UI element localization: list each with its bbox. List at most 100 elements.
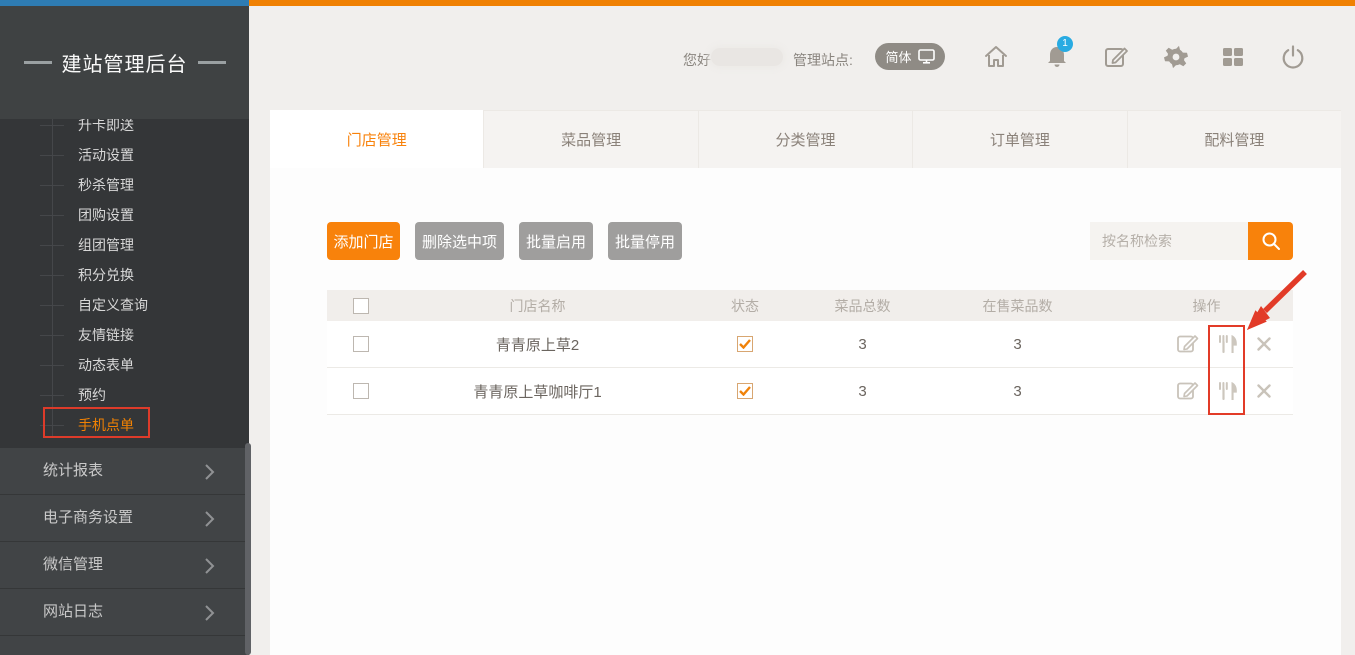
batch-enable-button[interactable]: 批量启用: [519, 222, 593, 260]
apps-icon[interactable]: [1219, 43, 1247, 71]
menu-tick: [40, 395, 64, 396]
sidebar-item-flash-sale[interactable]: 秒杀管理: [0, 170, 249, 200]
sidebar-item-label: 自定义查询: [78, 297, 148, 313]
sidebar-group-statistics[interactable]: 统计报表: [0, 448, 249, 495]
sidebar-item-custom-query[interactable]: 自定义查询: [0, 290, 249, 320]
tab-order-management[interactable]: 订单管理: [912, 110, 1126, 168]
menu-tick: [40, 185, 64, 186]
sidebar-item-label: 团购设置: [78, 207, 134, 223]
group-label: 统计报表: [43, 448, 103, 494]
brand-dash-right: [198, 61, 226, 64]
sidebar-item-activity-settings[interactable]: 活动设置: [0, 140, 249, 170]
tab-dish-management[interactable]: 菜品管理: [483, 110, 697, 168]
menu-tick: [40, 125, 64, 126]
menu-tick: [40, 425, 64, 426]
tab-strip: 门店管理 菜品管理 分类管理 订单管理 配料管理: [270, 110, 1341, 168]
sidebar-item-group-buy[interactable]: 团购设置: [0, 200, 249, 230]
search-icon: [1260, 230, 1282, 252]
sidebar-item-team-manage[interactable]: 组团管理: [0, 230, 249, 260]
chevron-right-icon: [204, 557, 215, 580]
home-icon[interactable]: [982, 43, 1010, 71]
dish-total-value: 3: [858, 383, 866, 400]
delete-selected-button[interactable]: 删除选中项: [415, 222, 504, 260]
sidebar-scrollbar[interactable]: [245, 443, 251, 655]
group-label: 微信管理: [43, 542, 103, 588]
sidebar-item-label: 预约: [78, 387, 106, 403]
sidebar-group-site-logs[interactable]: 网站日志: [0, 589, 249, 636]
delete-icon[interactable]: [1256, 336, 1272, 352]
row-select-checkbox[interactable]: [353, 336, 369, 352]
chevron-right-icon: [204, 463, 215, 486]
sidebar-item-label: 动态表单: [78, 357, 134, 373]
column-header-store-name: 门店名称: [510, 296, 566, 316]
delete-icon[interactable]: [1256, 383, 1272, 399]
row-select-checkbox[interactable]: [353, 383, 369, 399]
compose-icon[interactable]: [1102, 43, 1130, 71]
menu-tick: [40, 215, 64, 216]
table-row: 青青原上草2 3 3: [327, 321, 1293, 368]
sidebar: 建站管理后台 升卡即送 活动设置 秒杀管理 团购设置 组团管理 积分兑换 自定义…: [0, 0, 249, 655]
group-label: 网站日志: [43, 589, 103, 635]
sidebar-item-mobile-ordering[interactable]: 手机点单: [0, 410, 249, 440]
power-icon[interactable]: [1279, 43, 1307, 71]
bell-icon[interactable]: 1: [1043, 43, 1071, 71]
dine-icon[interactable]: [1216, 379, 1240, 403]
sidebar-item-label: 友情链接: [78, 327, 134, 343]
sidebar-groups: 统计报表 电子商务设置 微信管理 网站日志: [0, 448, 249, 655]
sidebar-item-dynamic-forms[interactable]: 动态表单: [0, 350, 249, 380]
dish-on-sale-value: 3: [1013, 383, 1021, 400]
sidebar-title: 建站管理后台: [62, 48, 188, 77]
tab-category-management[interactable]: 分类管理: [698, 110, 912, 168]
sidebar-item-friend-links[interactable]: 友情链接: [0, 320, 249, 350]
column-header-status: 状态: [731, 296, 759, 316]
menu-tick: [40, 335, 64, 336]
tab-ingredient-management[interactable]: 配料管理: [1127, 110, 1341, 168]
content-panel: 添加门店 删除选中项 批量启用 批量停用 门店名称 状态 菜品总数 在售菜品数 …: [270, 168, 1341, 655]
language-label: 简体: [885, 47, 911, 66]
menu-tick: [40, 245, 64, 246]
add-store-button[interactable]: 添加门店: [327, 222, 400, 260]
menu-list: 升卡即送 活动设置 秒杀管理 团购设置 组团管理 积分兑换 自定义查询 友情链接…: [0, 119, 249, 440]
batch-disable-button[interactable]: 批量停用: [608, 222, 682, 260]
sidebar-item-label: 秒杀管理: [78, 177, 134, 193]
sidebar-item-label: 活动设置: [78, 147, 134, 163]
column-header-dish-on-sale: 在售菜品数: [983, 296, 1053, 316]
chevron-right-icon: [204, 604, 215, 627]
search-input[interactable]: [1090, 222, 1248, 260]
column-header-operations: 操作: [1193, 296, 1221, 316]
greeting-text: 您好: [683, 50, 711, 70]
brand-dash-left: [24, 61, 52, 64]
sidebar-item-points-exchange[interactable]: 积分兑换: [0, 260, 249, 290]
sidebar-submenu: 升卡即送 活动设置 秒杀管理 团购设置 组团管理 积分兑换 自定义查询 友情链接…: [0, 119, 249, 448]
group-label: 电子商务设置: [43, 495, 133, 541]
tab-store-management[interactable]: 门店管理: [270, 110, 483, 168]
app-window: 建站管理后台 升卡即送 活动设置 秒杀管理 团购设置 组团管理 积分兑换 自定义…: [0, 0, 1355, 655]
sidebar-brand: 建站管理后台: [0, 6, 249, 119]
sidebar-item-label: 积分兑换: [78, 267, 134, 283]
sidebar-item-label: 组团管理: [78, 237, 134, 253]
sidebar-item-reservation[interactable]: 预约: [0, 380, 249, 410]
menu-tick: [40, 365, 64, 366]
dine-icon[interactable]: [1216, 332, 1240, 356]
search-button[interactable]: [1248, 222, 1293, 260]
sidebar-group-ecommerce[interactable]: 电子商务设置: [0, 495, 249, 542]
edit-icon[interactable]: [1176, 380, 1199, 403]
sidebar-group-wechat[interactable]: 微信管理: [0, 542, 249, 589]
language-site-pill[interactable]: 简体: [875, 43, 945, 70]
select-all-checkbox[interactable]: [353, 298, 369, 314]
main-top-strip: [249, 0, 1355, 6]
table-header-row: 门店名称 状态 菜品总数 在售菜品数 操作: [327, 290, 1293, 321]
menu-tick: [40, 305, 64, 306]
sidebar-item-label: 手机点单: [78, 417, 134, 433]
sidebar-item-card-gift[interactable]: 升卡即送: [0, 119, 249, 140]
edit-icon[interactable]: [1176, 333, 1199, 356]
dish-on-sale-value: 3: [1013, 336, 1021, 353]
store-name: 青青原上草2: [496, 334, 579, 355]
menu-tick: [40, 275, 64, 276]
status-checkbox-checked[interactable]: [737, 336, 753, 352]
username-redacted: [711, 48, 783, 66]
gear-icon[interactable]: [1162, 43, 1190, 71]
main-area: 您好 管理站点: 简体 1: [249, 0, 1355, 655]
status-checkbox-checked[interactable]: [737, 383, 753, 399]
store-table: 门店名称 状态 菜品总数 在售菜品数 操作 青青原上草2 3 3: [327, 290, 1293, 415]
